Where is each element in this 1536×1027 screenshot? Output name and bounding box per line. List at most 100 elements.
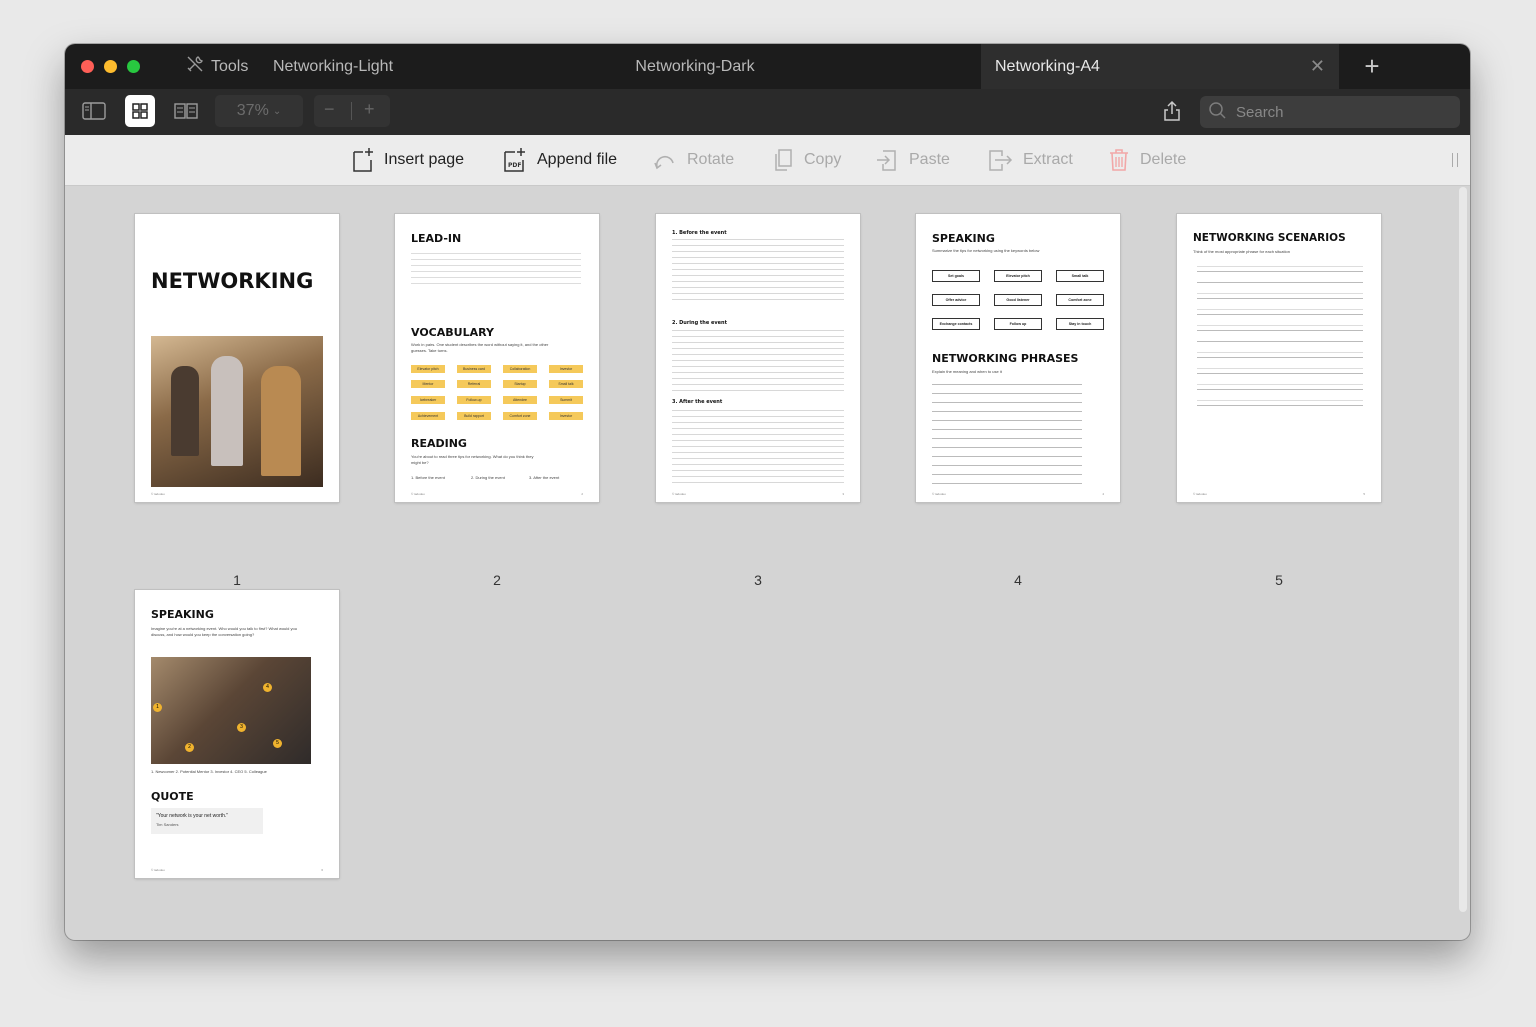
instruction-text: Summarize the tips for networking using …: [932, 248, 1040, 253]
reading-item: 1. Before the event: [411, 475, 445, 480]
page-thumbnail-4[interactable]: SPEAKING Summarize the tips for networki…: [916, 214, 1120, 502]
quote-box: "Your network is your net worth." Tim Sa…: [151, 808, 263, 834]
page-title: NETWORKING: [151, 269, 314, 293]
flow-box: Offer advice: [932, 294, 980, 306]
vocab-chip: Icebreaker: [411, 396, 445, 404]
reading-item: 2. During the event: [471, 475, 505, 480]
resize-handle[interactable]: [1452, 153, 1458, 167]
paste-icon: [877, 150, 896, 171]
trash-icon: [1110, 149, 1128, 171]
close-window-button[interactable]: [81, 60, 94, 73]
instruction-text: Explain the meaning and when to use it: [932, 369, 1002, 374]
tab-label: Networking-A4: [995, 57, 1100, 75]
paste-button[interactable]: Paste: [875, 135, 950, 185]
page-footer: © tadodeo: [151, 492, 165, 496]
search-input[interactable]: Search: [1200, 96, 1460, 128]
divider: [351, 102, 352, 120]
flow-box: Exchange contacts: [932, 318, 980, 330]
vocab-chip: Summit: [549, 396, 583, 404]
body-text-block: [672, 330, 844, 396]
tab-label: Networking-Dark: [635, 57, 755, 75]
page-thumbnail-3[interactable]: 1. Before the event 2. During the event …: [656, 214, 860, 502]
people-photo: [151, 336, 323, 487]
tools-tab[interactable]: Tools: [185, 44, 248, 89]
quote-text: "Your network is your net worth.": [156, 813, 229, 819]
page-footer: © tadodeo 3: [672, 492, 844, 496]
vocab-chip: Attendee: [503, 396, 537, 404]
page-number: 3: [754, 572, 762, 588]
rotate-icon: [654, 155, 674, 170]
zoom-in-button[interactable]: +: [364, 99, 375, 120]
vocab-chip: Follow-up: [457, 396, 491, 404]
share-button[interactable]: [1158, 95, 1186, 127]
body-text-block: [672, 239, 844, 305]
flow-box: Stay in touch: [1056, 318, 1104, 330]
tools-label: Tools: [211, 57, 249, 75]
flow-box: Comfort zone: [1056, 294, 1104, 306]
vertical-scrollbar[interactable]: [1459, 187, 1467, 912]
minimize-window-button[interactable]: [104, 60, 117, 73]
body-text-block: [672, 410, 844, 488]
vocab-chip: Comfort zone: [503, 412, 537, 420]
tab-networking-a4[interactable]: Networking-A4 ✕: [981, 44, 1339, 89]
section-heading: SPEAKING: [932, 232, 995, 245]
page-number: 1: [233, 572, 241, 588]
delete-button[interactable]: Delete: [1108, 135, 1186, 185]
vocab-chip: Achievement: [411, 412, 445, 420]
rotate-label: Rotate: [687, 151, 735, 168]
pdf-icon: PDF: [504, 148, 525, 172]
page-footer: © tadodeo 5: [1193, 492, 1365, 496]
svg-text:PDF: PDF: [508, 162, 521, 169]
marker-3: 3: [237, 723, 246, 732]
page-number: 5: [1275, 572, 1283, 588]
zoom-window-button[interactable]: [127, 60, 140, 73]
section-heading: 2. During the event: [672, 320, 727, 326]
roles-legend: 1. Newcomer 2. Potential Mentor 3. Inves…: [151, 769, 267, 774]
append-file-button[interactable]: PDF Append file: [503, 135, 617, 185]
page-footer: © tadodeo 6: [151, 868, 323, 872]
vocab-chip: Elevator pitch: [411, 365, 445, 373]
copy-button[interactable]: Copy: [772, 135, 841, 185]
section-heading: VOCABULARY: [411, 326, 494, 339]
extract-button[interactable]: Extract: [987, 135, 1073, 185]
instruction-text: Work in pairs. One student describes the…: [411, 342, 549, 353]
search-icon: [1208, 101, 1228, 123]
tab-networking-light[interactable]: Networking-Light: [263, 44, 403, 89]
sidebar-toggle-button[interactable]: [79, 95, 109, 127]
reader-view-button[interactable]: [171, 95, 201, 127]
section-heading: QUOTE: [151, 790, 194, 803]
marker-2: 2: [185, 743, 194, 752]
vocab-chip: Collaboration: [503, 365, 537, 373]
copy-label: Copy: [804, 151, 842, 168]
rotate-button[interactable]: Rotate: [653, 135, 734, 185]
section-heading: 1. Before the event: [672, 230, 727, 236]
quote-author: Tim Sanders: [156, 822, 179, 827]
instruction-text: Imagine you're at a networking event. Wh…: [151, 626, 297, 637]
insert-page-label: Insert page: [384, 151, 465, 168]
insert-page-icon: [353, 148, 373, 172]
flow-box: Good listener: [994, 294, 1042, 306]
tab-networking-dark[interactable]: Networking-Dark: [585, 44, 805, 89]
section-heading: NETWORKING SCENARIOS: [1193, 232, 1346, 244]
extract-icon: [989, 150, 1013, 171]
page-thumbnail-6[interactable]: SPEAKING Imagine you're at a networking …: [135, 590, 339, 878]
toolbar: 37% ⌄ − + Search: [65, 89, 1470, 135]
page-thumbnail-1[interactable]: NETWORKING © tadodeo: [135, 214, 339, 502]
grid-view-button[interactable]: [125, 95, 155, 127]
append-file-label: Append file: [537, 151, 618, 168]
insert-page-button[interactable]: Insert page: [352, 135, 464, 185]
page-number: 2: [493, 572, 501, 588]
instruction-text: You're about to read three tips for netw…: [411, 454, 534, 465]
marker-5: 5: [273, 739, 282, 748]
zoom-value: 37%: [236, 102, 269, 119]
page-thumbnail-2[interactable]: LEAD-IN VOCABULARY Work in pairs. One st…: [395, 214, 599, 502]
vocab-chip: Investor: [549, 412, 583, 420]
delete-label: Delete: [1140, 151, 1187, 168]
new-tab-button[interactable]: +: [1359, 52, 1385, 80]
copy-icon: [775, 149, 792, 171]
zoom-out-button[interactable]: −: [324, 99, 335, 120]
reading-item: 3. After the event: [529, 475, 560, 480]
page-thumbnail-5[interactable]: NETWORKING SCENARIOS Think of the most a…: [1177, 214, 1381, 502]
close-tab-icon[interactable]: ✕: [1310, 56, 1325, 76]
zoom-select[interactable]: 37% ⌄: [215, 95, 303, 127]
